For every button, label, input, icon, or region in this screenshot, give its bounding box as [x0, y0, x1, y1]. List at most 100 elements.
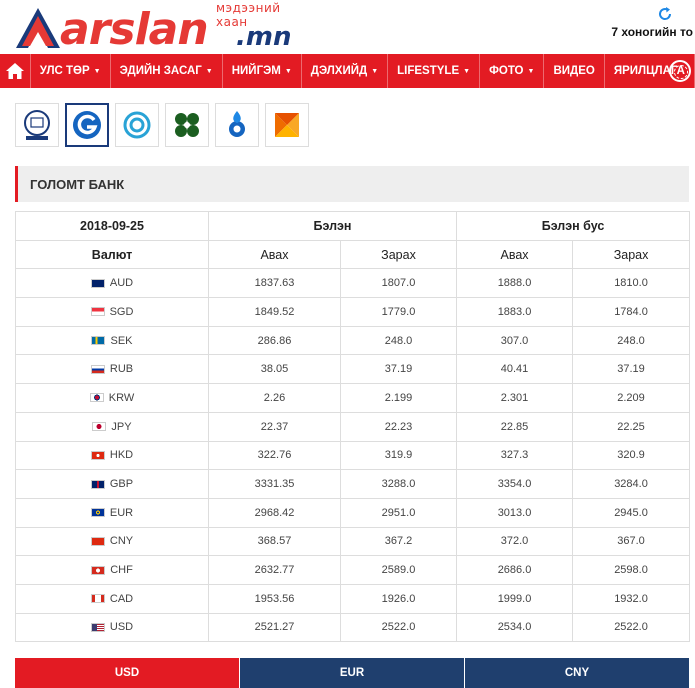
home-icon — [5, 63, 24, 79]
currency-code: SGD — [109, 305, 134, 318]
cash-buy-cell: 368.57 — [208, 526, 341, 557]
cash-sell-cell: 1926.0 — [339, 583, 458, 614]
currency-tabs: USD EUR CNY — [15, 658, 689, 688]
week-link[interactable]: 7 хоногийн то — [611, 25, 693, 39]
currency-code: GBP — [109, 478, 134, 491]
cash-buy-cell: 322.76 — [208, 440, 341, 471]
cash-buy-cell: 22.37 — [208, 411, 341, 442]
kr-flag-icon — [89, 393, 104, 403]
caret-down-icon: ▼ — [527, 67, 535, 75]
tdb-logo-icon — [175, 113, 199, 137]
cash-sell-cell: 319.9 — [339, 440, 458, 471]
nc-sell-cell: 1932.0 — [572, 583, 691, 614]
bank-state[interactable] — [265, 103, 309, 147]
cash-sell-cell: 2522.0 — [339, 612, 458, 643]
table-row: HKD 322.76 319.9 327.3 320.9 — [15, 440, 691, 471]
nav-item-4[interactable]: LIFESTYLE ▼ — [388, 54, 481, 88]
us-flag-icon — [90, 622, 105, 632]
tab-cny[interactable]: CNY — [464, 658, 689, 688]
nav-home-button[interactable] — [0, 54, 31, 88]
nc-buy-cell: 1888.0 — [456, 268, 574, 299]
gb-flag-icon — [90, 479, 105, 489]
bank-tdb[interactable] — [165, 103, 209, 147]
currency-cell: HKD — [15, 440, 209, 471]
ru-flag-icon — [90, 364, 105, 374]
site-logo[interactable]: arslan мэдээний хаан .mn — [14, 1, 294, 55]
tab-eur[interactable]: EUR — [239, 658, 464, 688]
nc-buy-cell: 307.0 — [456, 325, 574, 356]
cash-buy-cell: 1849.52 — [208, 297, 341, 327]
cash-buy-cell: 1953.56 — [208, 583, 341, 614]
table-header-row: 2018-09-25 Бэлэн Бэлэн бус — [15, 211, 691, 241]
cash-sell-cell: 3288.0 — [339, 469, 458, 499]
main-nav: УЛС ТӨР ▼ ЭДИЙН ЗАСАГ ▼ НИЙГЭМ ▼ ДЭЛХИЙД ▼ LIFES… — [0, 54, 695, 88]
nc-buy-cell: 2534.0 — [456, 612, 574, 643]
bank-xac[interactable] — [215, 103, 259, 147]
nav-item-label: ФОТО — [489, 65, 524, 77]
nav-item-5[interactable]: ФОТО ▼ — [480, 54, 545, 88]
nc-buy-cell: 1883.0 — [456, 297, 574, 327]
nav-item-6[interactable]: ВИДЕО — [544, 54, 605, 88]
table-row: SGD 1849.52 1779.0 1883.0 1784.0 — [15, 297, 691, 327]
caret-down-icon: ▼ — [463, 67, 471, 75]
ca-flag-icon — [90, 594, 105, 604]
nav-item-3[interactable]: ДЭЛХИЙД ▼ — [302, 54, 389, 88]
table-row: SEK 286.86 248.0 307.0 248.0 — [15, 325, 691, 356]
date-header: 2018-09-25 — [15, 211, 209, 241]
nc-buy-cell: 372.0 — [456, 526, 574, 557]
hk-flag-icon — [90, 450, 105, 460]
nav-item-label: УЛС ТӨР — [39, 65, 90, 77]
nc-buy-cell: 1999.0 — [456, 583, 574, 614]
refresh-icon[interactable] — [657, 6, 673, 22]
cash-buy-cell: 38.05 — [208, 354, 341, 385]
currency-cell: KRW — [15, 383, 209, 413]
cash-sell-cell: 1779.0 — [339, 297, 458, 327]
section-header: ГОЛОМТ БАНК — [15, 166, 689, 202]
currency-cell: GBP — [15, 469, 209, 499]
cash-buy-cell: 2.26 — [208, 383, 341, 413]
nav-item-label: LIFESTYLE — [397, 65, 460, 77]
logo-domain: .mn — [236, 22, 292, 52]
nav-item-label: ДЭЛХИЙД — [310, 65, 368, 77]
ch-flag-icon — [91, 565, 106, 575]
currency-code: CNY — [109, 535, 134, 548]
xac-logo-icon — [229, 111, 245, 137]
currency-cell: JPY — [15, 411, 209, 442]
logo-text: arslan — [60, 4, 209, 55]
au-flag-icon — [90, 278, 105, 288]
currency-cell: EUR — [15, 497, 209, 528]
bank-khan[interactable] — [115, 103, 159, 147]
caret-down-icon: ▼ — [93, 67, 101, 75]
table-row: KRW 2.26 2.199 2.301 2.209 — [15, 383, 691, 413]
nc-sell-cell: 3284.0 — [572, 469, 691, 499]
cash-sell-cell: 1807.0 — [339, 268, 458, 299]
arslan-logo-mark-icon — [16, 8, 60, 48]
currency-cell: CHF — [15, 555, 209, 585]
currency-cell: SGD — [15, 297, 209, 327]
bank-golomt[interactable] — [65, 103, 109, 147]
cash-sell-cell: 367.2 — [339, 526, 458, 557]
nc-buy-cell: 2.301 — [456, 383, 574, 413]
nav-item-2[interactable]: НИЙГЭМ ▼ — [223, 54, 302, 88]
section-title: ГОЛОМТ БАНК — [30, 177, 125, 192]
nc-sell-cell: 2945.0 — [572, 497, 691, 528]
site-header: arslan мэдээний хаан .mn 7 хоногийн то — [0, 0, 695, 54]
nc-sell-cell: 2522.0 — [572, 612, 691, 643]
table-row: AUD 1837.63 1807.0 1888.0 1810.0 — [15, 268, 691, 299]
nav-item-1[interactable]: ЭДИЙН ЗАСАГ ▼ — [111, 54, 223, 88]
currency-code: CAD — [109, 592, 134, 605]
cash-buy-header: Авах — [208, 239, 341, 270]
nav-extra-icon[interactable] — [669, 60, 691, 82]
bank-mongolbank[interactable] — [15, 103, 59, 147]
currency-cell: CAD — [15, 583, 209, 614]
nav-item-0[interactable]: УЛС ТӨР ▼ — [31, 54, 111, 88]
table-row: CHF 2632.77 2589.0 2686.0 2598.0 — [15, 555, 691, 585]
cash-buy-cell: 2968.42 — [208, 497, 341, 528]
nc-buy-cell: 2686.0 — [456, 555, 574, 585]
currency-code: AUD — [109, 277, 134, 290]
cash-sell-cell: 22.23 — [339, 411, 458, 442]
cash-buy-cell: 3331.35 — [208, 469, 341, 499]
cash-sell-cell: 2.199 — [339, 383, 458, 413]
bank-selector — [15, 103, 309, 147]
tab-usd[interactable]: USD — [15, 658, 239, 688]
